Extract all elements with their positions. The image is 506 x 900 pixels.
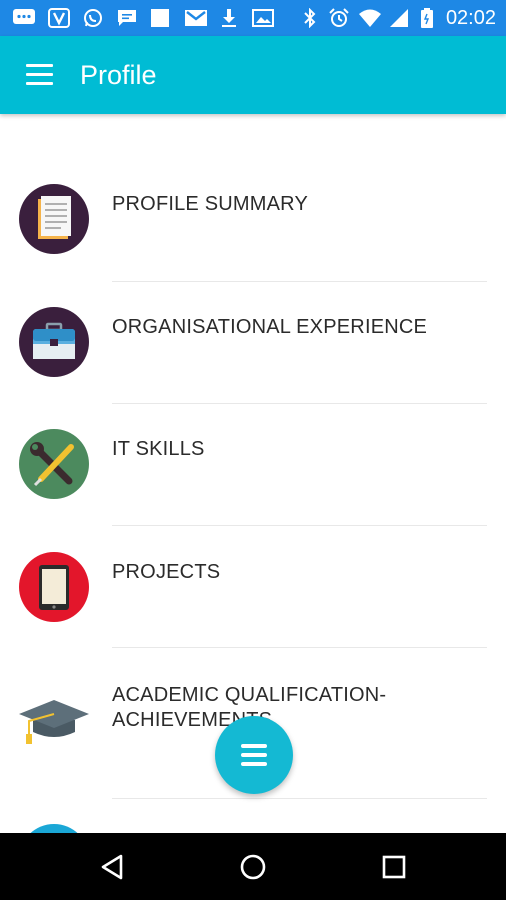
recents-icon[interactable]: [378, 851, 410, 883]
wifi-icon: [359, 9, 381, 27]
floating-menu-button[interactable]: [215, 716, 293, 794]
page-title: Profile: [80, 60, 157, 90]
v-app-icon: [48, 8, 70, 28]
divider: [112, 403, 487, 404]
back-icon[interactable]: [97, 851, 129, 883]
divider: [112, 647, 487, 648]
list-item-projects[interactable]: PROJECTS: [0, 552, 506, 652]
graduation-cap-icon: [19, 700, 89, 744]
message-icon: [118, 10, 136, 26]
menu-lines-icon: [241, 744, 267, 748]
list-item-label: IT SKILLS: [112, 438, 205, 460]
download-icon: [222, 9, 236, 27]
list-item-profile-summary[interactable]: PROFILE SUMMARY: [0, 184, 506, 284]
image-icon: [252, 9, 274, 27]
status-bar: 02:02: [0, 0, 506, 36]
briefcase-icon: [19, 307, 89, 377]
home-icon[interactable]: [237, 851, 269, 883]
bluetooth-icon: [304, 8, 316, 28]
gmail-icon: [185, 10, 207, 26]
notepad-icon: [19, 184, 89, 254]
status-time: 02:02: [445, 7, 496, 29]
battery-icon: [421, 8, 433, 28]
list-item-label: ORGANISATIONAL EXPERIENCE: [112, 316, 428, 338]
divider: [112, 525, 487, 526]
divider: [112, 281, 487, 282]
list-item-it-skills[interactable]: IT SKILLS: [0, 429, 506, 529]
app-bar: Profile: [0, 36, 506, 114]
alarm-icon: [329, 8, 349, 27]
chat-icon: [13, 9, 35, 24]
list-item-label: PROJECTS: [112, 561, 221, 583]
square-icon: [151, 9, 169, 27]
list-item-label: PROFILE SUMMARY: [112, 193, 308, 215]
tablet-icon: [19, 552, 89, 622]
list-item-avatar-partial: [30, 824, 78, 833]
whatsapp-icon: [84, 9, 102, 27]
list-item-organisational-experience[interactable]: ORGANISATIONAL EXPERIENCE: [0, 307, 506, 407]
divider: [112, 798, 487, 799]
signal-icon: [390, 9, 408, 27]
system-nav-bar: [0, 833, 506, 900]
hamburger-menu-icon[interactable]: [26, 64, 53, 86]
tools-icon: [19, 429, 89, 499]
